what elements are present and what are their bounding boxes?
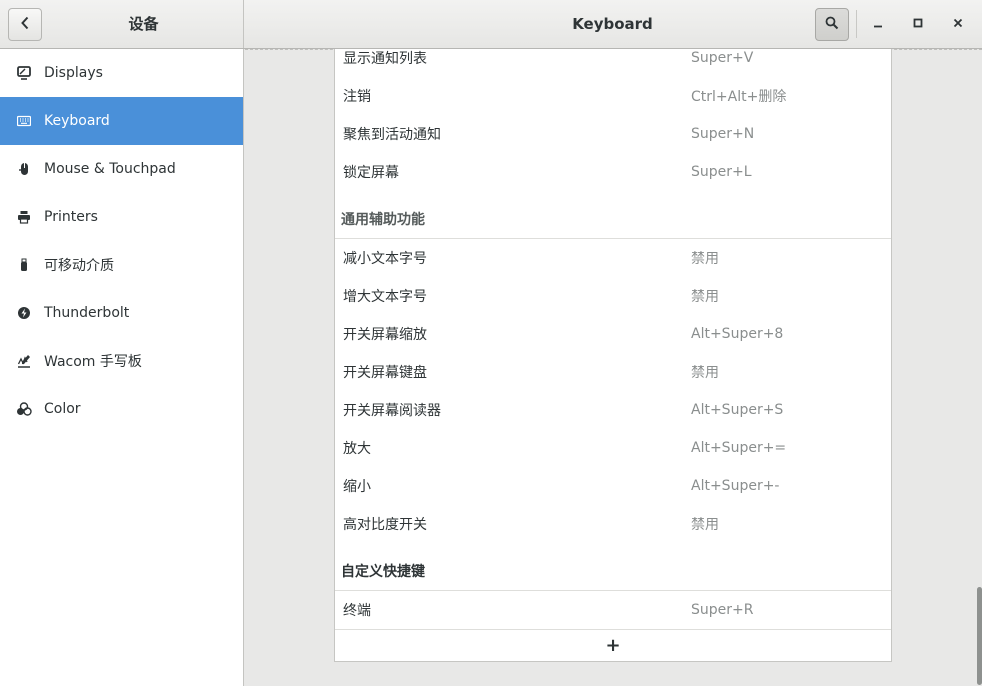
shortcut-row[interactable]: 开关屏幕阅读器 Alt+Super+S: [335, 391, 891, 429]
sidebar-item-label: Color: [44, 401, 81, 417]
minimize-button[interactable]: [866, 12, 890, 36]
sidebar-item-label: Keyboard: [44, 113, 110, 129]
minimize-icon: [873, 16, 883, 32]
shortcut-row[interactable]: 终端 Super+R: [335, 591, 891, 629]
plus-icon: +: [605, 635, 621, 656]
sidebar-item-removable-media[interactable]: 可移动介质: [0, 241, 243, 289]
chevron-left-icon: [20, 16, 30, 34]
maximize-button[interactable]: [906, 12, 930, 36]
shortcut-row[interactable]: 开关屏幕键盘 禁用: [335, 353, 891, 391]
mouse-icon: [16, 161, 32, 177]
shortcut-name: 开关屏幕缩放: [343, 327, 427, 343]
search-button[interactable]: [815, 8, 849, 41]
sidebar-item-label: Displays: [44, 65, 103, 81]
sidebar-item-label: 可移动介质: [44, 258, 114, 274]
shortcut-row[interactable]: 聚焦到活动通知 Super+N: [335, 115, 891, 153]
tablet-icon: [16, 353, 32, 369]
add-shortcut-button[interactable]: +: [335, 629, 891, 661]
shortcut-row[interactable]: 增大文本字号 禁用: [335, 277, 891, 315]
sidebar-item-wacom[interactable]: Wacom 手写板: [0, 337, 243, 385]
close-icon: [953, 16, 963, 32]
keyboard-icon: [16, 113, 32, 129]
shortcut-name: 终端: [343, 603, 371, 619]
header-separator: [856, 10, 857, 38]
usb-icon: [16, 257, 32, 273]
sidebar-item-displays[interactable]: Displays: [0, 49, 243, 97]
shortcut-key: Alt+Super+S: [691, 402, 784, 418]
shortcut-key: 禁用: [691, 251, 719, 267]
sidebar-item-color[interactable]: Color: [0, 385, 243, 433]
shortcut-row[interactable]: 高对比度开关 禁用: [335, 505, 891, 543]
shortcut-row[interactable]: 减小文本字号 禁用: [335, 239, 891, 277]
scrollbar[interactable]: [977, 587, 982, 685]
sidebar-header: 设备: [0, 0, 244, 48]
shortcut-name: 放大: [343, 441, 371, 457]
header-bar: 设备 Keyboard: [0, 0, 982, 49]
sidebar: Displays Keyboard Mouse & Touchpad Print…: [0, 49, 244, 686]
section-header-custom: 自定义快捷键: [335, 543, 891, 591]
sidebar-item-label: Wacom 手写板: [44, 354, 142, 370]
shortcut-row[interactable]: 锁定屏幕 Super+L: [335, 153, 891, 191]
shortcuts-list: 显示通知列表 Super+V 注销 Ctrl+Alt+删除 聚焦到活动通知 Su…: [334, 49, 892, 662]
sidebar-item-printers[interactable]: Printers: [0, 193, 243, 241]
shortcut-name: 注销: [343, 89, 371, 105]
shortcut-key: Ctrl+Alt+删除: [691, 89, 787, 105]
shortcut-name: 增大文本字号: [343, 289, 427, 305]
shortcut-name: 开关屏幕阅读器: [343, 403, 441, 419]
sidebar-item-mouse-touchpad[interactable]: Mouse & Touchpad: [0, 145, 243, 193]
shortcut-name: 高对比度开关: [343, 517, 427, 533]
shortcut-name: 显示通知列表: [343, 51, 427, 67]
sidebar-item-thunderbolt[interactable]: Thunderbolt: [0, 289, 243, 337]
section-header-accessibility: 通用辅助功能: [335, 191, 891, 239]
back-button[interactable]: [8, 8, 42, 41]
shortcut-key: 禁用: [691, 365, 719, 381]
shortcut-row[interactable]: 缩小 Alt+Super+-: [335, 467, 891, 505]
shortcut-row[interactable]: 放大 Alt+Super+=: [335, 429, 891, 467]
display-icon: [16, 65, 32, 81]
sidebar-item-label: Mouse & Touchpad: [44, 161, 176, 177]
shortcut-key: Alt+Super+-: [691, 478, 780, 494]
shortcut-name: 缩小: [343, 479, 371, 495]
shortcut-key: Alt+Super+8: [691, 326, 784, 342]
maximize-icon: [913, 16, 923, 32]
main-content: 显示通知列表 Super+V 注销 Ctrl+Alt+删除 聚焦到活动通知 Su…: [245, 49, 982, 686]
shortcut-name: 锁定屏幕: [343, 165, 399, 181]
shortcut-name: 减小文本字号: [343, 251, 427, 267]
shortcut-name: 聚焦到活动通知: [343, 127, 441, 143]
shortcut-key: 禁用: [691, 289, 719, 305]
printer-icon: [16, 209, 32, 225]
shortcut-name: 开关屏幕键盘: [343, 365, 427, 381]
shortcut-key: 禁用: [691, 517, 719, 533]
shortcut-key: Alt+Super+=: [691, 440, 787, 456]
close-button[interactable]: [946, 12, 970, 36]
shortcut-key: Super+V: [691, 50, 754, 66]
shortcut-row[interactable]: 显示通知列表 Super+V: [335, 49, 891, 77]
shortcut-row[interactable]: 开关屏幕缩放 Alt+Super+8: [335, 315, 891, 353]
shortcut-key: Super+N: [691, 126, 755, 142]
search-icon: [825, 16, 839, 34]
sidebar-item-label: Printers: [44, 209, 98, 225]
shortcut-key: Super+R: [691, 602, 754, 618]
sidebar-item-keyboard[interactable]: Keyboard: [0, 97, 243, 145]
thunderbolt-icon: [16, 305, 32, 321]
sidebar-item-label: Thunderbolt: [44, 305, 130, 321]
shortcut-key: Super+L: [691, 164, 752, 180]
sidebar-title: 设备: [128, 15, 159, 33]
color-icon: [16, 401, 32, 417]
shortcut-row[interactable]: 注销 Ctrl+Alt+删除: [335, 77, 891, 115]
